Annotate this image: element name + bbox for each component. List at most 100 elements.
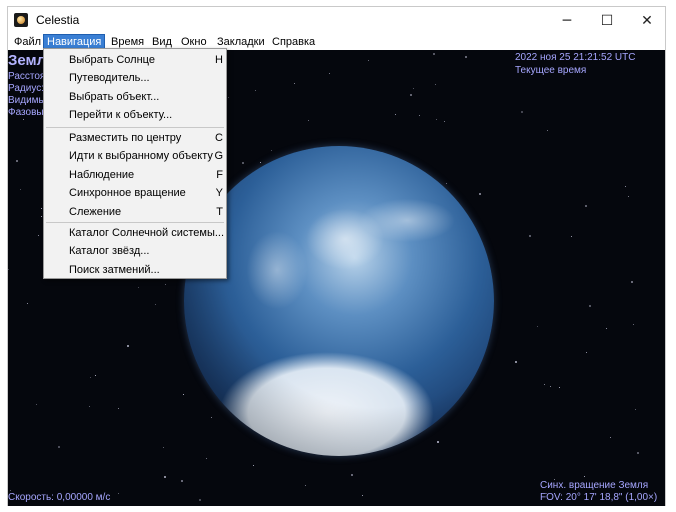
- star: [585, 205, 587, 207]
- title-bar[interactable]: Celestia ─ ☐ ✕: [8, 7, 665, 34]
- star: [537, 326, 538, 327]
- star: [436, 119, 437, 120]
- menu-item-label: Поиск затмений...: [69, 264, 160, 276]
- menu-item-tour-guide[interactable]: Путеводитель...: [44, 69, 226, 87]
- star: [586, 352, 587, 353]
- menu-item-label: Каталог Солнечной системы...: [69, 227, 225, 239]
- menu-item-eclipse-finder[interactable]: Поиск затмений...: [44, 261, 226, 279]
- star: [255, 90, 256, 91]
- star: [260, 162, 261, 163]
- menu-item-label: Идти к выбранному объекту: [69, 150, 213, 162]
- star: [584, 476, 585, 477]
- celestia-app-icon[interactable]: [14, 13, 28, 27]
- menu-separator: [46, 222, 224, 223]
- menu-separator: [46, 127, 224, 128]
- maximize-button[interactable]: ☐: [587, 7, 627, 34]
- close-icon: ✕: [641, 12, 653, 29]
- menu-item-select-object[interactable]: Выбрать объект...: [44, 88, 226, 106]
- star: [395, 114, 396, 115]
- menu-item-label: Синхронное вращение: [69, 187, 186, 199]
- menu-file[interactable]: Файл: [11, 35, 44, 49]
- menu-item-goto-object[interactable]: Перейти к объекту...: [44, 106, 226, 124]
- star: [362, 495, 363, 496]
- menu-navigation[interactable]: Навигация: [42, 34, 106, 50]
- menu-item-shortcut: C: [215, 132, 223, 144]
- menu-help[interactable]: Справка: [269, 35, 318, 49]
- star: [27, 303, 28, 304]
- star: [242, 162, 244, 164]
- star: [410, 94, 412, 96]
- menu-item-label: Выбрать объект...: [69, 91, 160, 103]
- menu-time[interactable]: Время: [108, 35, 147, 49]
- star: [305, 485, 306, 486]
- menu-item-shortcut: H: [215, 54, 223, 66]
- star: [41, 208, 42, 209]
- star: [38, 235, 39, 236]
- star: [589, 305, 591, 307]
- navigation-menu-dropdown: Выбрать Солнце H Путеводитель... Выбрать…: [43, 48, 227, 279]
- star: [329, 73, 330, 74]
- star: [368, 60, 369, 61]
- menu-item-shortcut: Y: [215, 187, 223, 199]
- menu-item-center[interactable]: Разместить по центру C: [44, 129, 226, 147]
- menu-item-goto-selected[interactable]: Идти к выбранному объекту G: [44, 147, 226, 165]
- star: [253, 465, 254, 466]
- star: [571, 236, 572, 237]
- menu-item-sync-orbit[interactable]: Синхронное вращение Y: [44, 184, 226, 202]
- menu-item-label: Каталог звёзд...: [69, 245, 150, 257]
- menu-window[interactable]: Окно: [178, 35, 210, 49]
- star: [637, 452, 639, 454]
- star: [181, 480, 183, 482]
- fov-display: FOV: 20° 17' 18,8" (1,00×): [540, 492, 658, 503]
- star: [20, 189, 21, 190]
- star: [435, 84, 436, 85]
- star: [89, 406, 90, 407]
- menu-view[interactable]: Вид: [149, 35, 175, 49]
- star: [164, 476, 166, 478]
- planet-earth[interactable]: [184, 146, 494, 456]
- menu-item-star-browser[interactable]: Каталог звёзд...: [44, 242, 226, 260]
- star: [628, 196, 629, 197]
- star: [23, 119, 24, 120]
- menu-item-track[interactable]: Слежение T: [44, 203, 226, 221]
- star: [544, 384, 545, 385]
- star: [294, 83, 295, 84]
- minimize-button[interactable]: ─: [547, 7, 587, 34]
- menu-item-label: Наблюдение: [69, 169, 135, 181]
- star: [446, 183, 447, 184]
- star: [521, 111, 523, 113]
- menu-bookmarks[interactable]: Закладки: [214, 35, 268, 49]
- star: [95, 375, 96, 376]
- star: [155, 304, 156, 305]
- menu-item-label: Путеводитель...: [69, 72, 150, 84]
- star: [183, 394, 184, 395]
- star: [127, 345, 129, 347]
- star: [351, 474, 353, 476]
- close-button[interactable]: ✕: [627, 7, 667, 34]
- star: [550, 386, 551, 387]
- star: [165, 284, 166, 285]
- star: [631, 281, 633, 283]
- star: [10, 490, 11, 491]
- star: [58, 446, 60, 448]
- star: [625, 50, 626, 51]
- star: [444, 121, 445, 122]
- navigation-mode-label: Синх. вращение Земля: [540, 480, 649, 491]
- menu-item-follow[interactable]: Наблюдение F: [44, 166, 226, 184]
- star: [413, 88, 414, 89]
- star: [199, 499, 201, 501]
- star: [547, 130, 548, 131]
- window-title: Celestia: [36, 13, 80, 27]
- star: [433, 53, 435, 55]
- distance-label: Расстоя: [8, 71, 46, 82]
- menu-item-solar-system-browser[interactable]: Каталог Солнечной системы...: [44, 224, 226, 242]
- menu-item-shortcut: T: [216, 206, 223, 218]
- minimize-icon: ─: [562, 12, 572, 29]
- datetime-display: 2022 ноя 25 21:21:52 UTC: [515, 52, 636, 63]
- star: [41, 216, 42, 217]
- menu-item-shortcut: F: [216, 169, 223, 181]
- star: [206, 458, 207, 459]
- menu-item-select-sun[interactable]: Выбрать Солнце H: [44, 51, 226, 69]
- star: [419, 115, 420, 116]
- star: [118, 408, 119, 409]
